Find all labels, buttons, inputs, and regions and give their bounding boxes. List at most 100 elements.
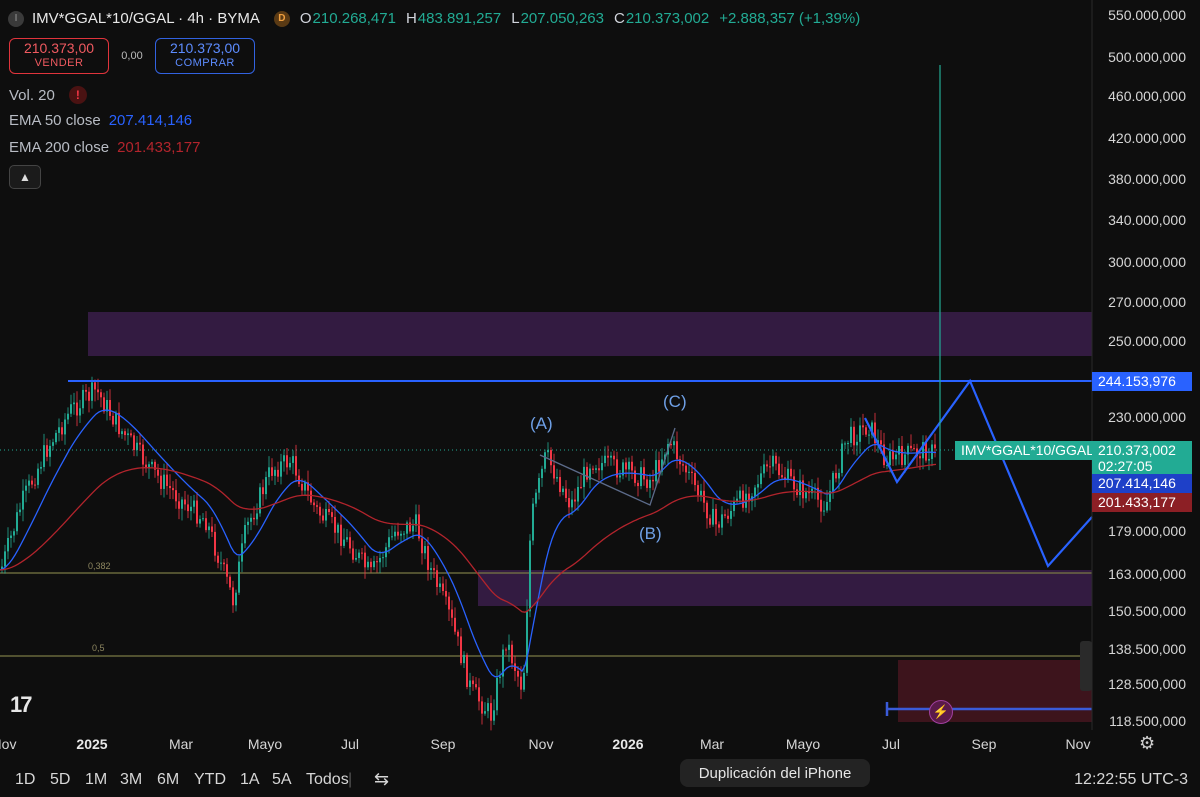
y-tick-label: 163.000,000 xyxy=(1108,566,1186,582)
candle-body xyxy=(523,672,525,690)
candle-body xyxy=(94,382,96,390)
y-tick-label: 300.000,000 xyxy=(1108,254,1186,270)
ema200-price-label: 201.433,177 xyxy=(1092,493,1192,512)
candle-body xyxy=(475,684,477,688)
candle-body xyxy=(157,469,159,476)
candle-body xyxy=(310,490,312,503)
iphone-mirroring-toast: Duplicación del iPhone xyxy=(680,759,870,787)
candle-body xyxy=(217,555,219,563)
y-tick-label: 230.000,000 xyxy=(1108,409,1186,425)
candle-body xyxy=(484,711,486,714)
wave-label-b: (B) xyxy=(639,524,662,543)
timeframe-1a[interactable]: 1A xyxy=(240,771,260,789)
candle-body xyxy=(193,500,195,507)
candle-body xyxy=(649,479,651,488)
x-tick-label: Jul xyxy=(882,736,900,752)
candle-body xyxy=(202,518,204,520)
price-change: +2.888,357 (+1,39%) xyxy=(719,10,861,27)
sell-button[interactable]: 210.373,00 VENDER xyxy=(9,38,109,74)
candle-body xyxy=(19,509,21,513)
candle-body xyxy=(346,537,348,540)
y-tick-label: 179.000,000 xyxy=(1108,523,1186,539)
candle-body xyxy=(688,471,690,473)
candle-body xyxy=(436,570,438,587)
symbol-title[interactable]: IMV*GGAL*10/GGAL · 4h · BYMA xyxy=(32,10,260,27)
candle-body xyxy=(4,551,6,567)
candle-body xyxy=(400,533,402,536)
candle-body xyxy=(715,508,717,525)
candle-body xyxy=(505,649,507,651)
x-tick-label: Nov xyxy=(0,736,17,752)
candle-body xyxy=(238,561,240,593)
y-tick-label: 380.000,000 xyxy=(1108,171,1186,187)
timeframe-ytd[interactable]: YTD xyxy=(194,771,226,789)
candle-body xyxy=(160,475,162,489)
timeframe-all[interactable]: Todos xyxy=(306,771,349,789)
candle-body xyxy=(292,456,294,463)
candle-body xyxy=(265,477,267,495)
candle-body xyxy=(262,487,264,495)
chevron-up-icon[interactable]: ▲ xyxy=(9,165,41,189)
candle-body xyxy=(370,561,372,568)
clock[interactable]: 12:22:55 UTC-3 xyxy=(1074,771,1188,789)
symbol-icon[interactable]: I xyxy=(8,10,24,27)
x-tick-label: Sep xyxy=(430,736,456,752)
timeframe-6m[interactable]: 6M xyxy=(157,771,179,789)
timeframe-5a[interactable]: 5A xyxy=(272,771,292,789)
candle-body xyxy=(658,460,660,472)
candle-body xyxy=(430,568,432,570)
candle-body xyxy=(604,455,606,464)
candle-body xyxy=(34,484,36,486)
candle-body xyxy=(853,426,855,446)
candle-body xyxy=(394,531,396,537)
timeframe-5d[interactable]: 5D xyxy=(50,771,70,789)
candle-body xyxy=(187,504,189,512)
settings-gear-icon[interactable]: ⚙ xyxy=(1139,733,1155,754)
candle-body xyxy=(583,466,585,488)
candle-body xyxy=(631,461,633,471)
alert-icon[interactable]: ⚡ xyxy=(929,700,953,724)
volume-indicator[interactable]: Vol. 20 ! xyxy=(9,86,87,104)
buy-button[interactable]: 210.373,00 COMPRAR xyxy=(155,38,255,74)
date-range-icon[interactable]: ⇆ xyxy=(374,769,389,790)
candle-body xyxy=(640,467,642,487)
warning-icon[interactable]: ! xyxy=(68,86,87,104)
candle-body xyxy=(472,680,474,685)
candle-body xyxy=(496,677,498,711)
candle-body xyxy=(574,499,576,502)
candle-body xyxy=(226,564,228,577)
y-tick-label: 150.500,000 xyxy=(1108,603,1186,619)
ohlc-close-label: C xyxy=(613,10,625,27)
candle-body xyxy=(550,450,552,466)
candle-body xyxy=(676,441,678,460)
candle-body xyxy=(880,440,882,445)
candle-body xyxy=(757,484,759,488)
timeframe-1d[interactable]: 1D xyxy=(15,771,35,789)
projection-path xyxy=(864,378,1093,569)
candle-body xyxy=(178,501,180,509)
candle-body xyxy=(337,524,339,533)
candle-body xyxy=(214,531,216,556)
y-tick-label: 550.000,000 xyxy=(1108,7,1186,23)
ema50-value: 207.414,146 xyxy=(108,112,193,129)
candle-body xyxy=(586,466,588,480)
candle-body xyxy=(283,455,285,462)
candle-body xyxy=(706,502,708,519)
candle-body xyxy=(469,680,471,687)
candle-body xyxy=(181,499,183,509)
ema200-indicator[interactable]: EMA 200 close 201.433,177 xyxy=(9,139,200,156)
timeframe-3m[interactable]: 3M xyxy=(120,771,142,789)
candle-body xyxy=(919,456,921,459)
candle-body xyxy=(859,425,861,442)
candle-body xyxy=(691,471,693,473)
candle-body xyxy=(805,492,807,499)
candle-body xyxy=(73,402,75,405)
ema50-indicator[interactable]: EMA 50 close 207.414,146 xyxy=(9,112,192,129)
sell-label: VENDER xyxy=(34,57,84,69)
candle-body xyxy=(349,537,351,549)
candle-body xyxy=(913,448,915,450)
candle-body xyxy=(253,517,255,520)
candle-body xyxy=(10,535,12,538)
candle-body xyxy=(208,526,210,531)
timeframe-1m[interactable]: 1M xyxy=(85,771,107,789)
